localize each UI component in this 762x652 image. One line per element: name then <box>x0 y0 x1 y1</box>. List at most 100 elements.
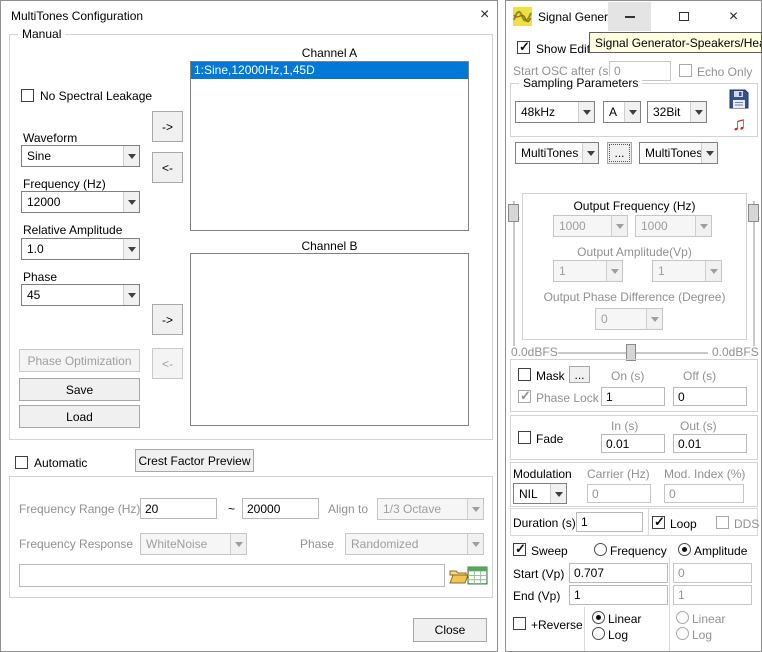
left-level-slider-thumb[interactable] <box>508 204 519 222</box>
close-icon[interactable]: × <box>480 7 489 23</box>
range-tilde-label: ~ <box>228 502 235 516</box>
channel-a-listbox[interactable]: 1:Sine,12000Hz,1,45D <box>190 61 469 231</box>
tooltip: Signal Generator-Speakers/Hea <box>589 32 762 53</box>
save-icon[interactable] <box>728 88 750 113</box>
dbfs-right-label: 0.0dBFS <box>712 345 759 359</box>
mask-on-input[interactable] <box>601 387 665 406</box>
chevron-down-icon <box>611 216 627 236</box>
no-spectral-leakage-label: No Spectral Leakage <box>40 89 152 103</box>
close-window-button[interactable]: × <box>711 2 756 31</box>
phase-optimization-button: Phase Optimization <box>19 349 140 372</box>
phase-select[interactable]: 45 <box>21 284 140 306</box>
open-folder-icon[interactable] <box>449 568 469 587</box>
add-to-channel-a-button[interactable]: -> <box>152 111 183 142</box>
phase-lock-checkbox <box>518 390 531 403</box>
output-amplitude-a-select: 1 <box>553 260 623 282</box>
right-level-slider-track[interactable] <box>753 201 755 346</box>
show-editor-checkbox[interactable] <box>517 41 530 54</box>
mod-index-label: Mod. Index (%) <box>664 467 745 481</box>
channel-b-label: Channel B <box>190 239 469 253</box>
automatic-checkbox[interactable] <box>15 456 28 469</box>
automatic-label: Automatic <box>34 456 87 470</box>
wave-type-b-select[interactable]: MultiTones <box>639 142 718 164</box>
wave-type-select[interactable]: MultiTones <box>515 142 599 164</box>
maximize-button[interactable] <box>664 2 704 31</box>
scale-log-label: Log <box>608 628 628 642</box>
music-notes-icon[interactable]: ♫ <box>732 115 746 134</box>
crest-factor-preview-button[interactable]: Crest Factor Preview <box>135 449 254 472</box>
wave-options-button[interactable]: ... <box>607 142 632 164</box>
sweep-label: Sweep <box>531 544 568 558</box>
duration-input[interactable] <box>576 512 643 532</box>
frequency-select[interactable]: 12000 <box>21 191 140 213</box>
chevron-down-icon <box>467 499 483 519</box>
scale-linear-radio[interactable] <box>592 611 605 624</box>
remove-from-channel-a-button[interactable]: <- <box>152 152 183 183</box>
fade-checkbox[interactable] <box>518 431 531 444</box>
save-button[interactable]: Save <box>19 378 140 401</box>
bit-depth-select[interactable]: 32Bit <box>647 101 707 123</box>
sweep-frequency-radio[interactable] <box>594 543 607 556</box>
relative-amplitude-label: Relative Amplitude <box>23 223 122 237</box>
waveform-value: Sine <box>22 146 123 166</box>
dds-checkbox <box>716 516 729 529</box>
channel-value: A <box>604 102 624 122</box>
channel-a-list-item[interactable]: 1:Sine,12000Hz,1,45D <box>191 62 468 79</box>
close-button[interactable]: Close <box>413 618 487 642</box>
sweep-end-input[interactable] <box>569 585 668 605</box>
fade-in-input[interactable] <box>601 434 665 453</box>
divider <box>669 557 670 651</box>
output-phase-difference-label: Output Phase Difference (Degree) <box>522 290 747 304</box>
channel-b-listbox[interactable] <box>190 253 469 426</box>
signal-generator-window: Signal Gener... × Show Edito Signal Gene… <box>505 0 762 652</box>
chevron-down-icon <box>701 143 717 163</box>
chevron-down-icon <box>695 216 711 236</box>
output-amplitude-label: Output Amplitude(Vp) <box>522 245 747 259</box>
sample-rate-select[interactable]: 48kHz <box>515 101 595 123</box>
chevron-down-icon <box>705 261 721 281</box>
scale-linear-label: Linear <box>608 612 641 626</box>
loop-checkbox[interactable] <box>652 516 665 529</box>
chevron-down-icon <box>123 285 139 305</box>
scale-linear-b-radio <box>676 611 689 624</box>
load-button[interactable]: Load <box>19 405 140 428</box>
mod-index-input <box>664 484 744 503</box>
sweep-amplitude-radio[interactable] <box>678 543 691 556</box>
output-frequency-b-value: 1000 <box>636 216 695 236</box>
relative-amplitude-select[interactable]: 1.0 <box>21 238 140 260</box>
end-vp-label: End (Vp) <box>513 589 560 603</box>
reverse-checkbox[interactable] <box>513 617 526 630</box>
waveform-select[interactable]: Sine <box>21 145 140 167</box>
chevron-down-icon <box>467 534 483 554</box>
output-phase-difference-value: 0 <box>596 309 646 329</box>
add-to-channel-b-button[interactable]: -> <box>152 304 183 335</box>
left-level-slider-track[interactable] <box>513 201 515 346</box>
chevron-down-icon <box>578 102 594 122</box>
spreadsheet-grid-icon[interactable] <box>467 565 488 589</box>
mask-options-button[interactable]: ... <box>569 366 590 383</box>
output-amplitude-a-value: 1 <box>554 261 606 281</box>
mask-checkbox[interactable] <box>518 368 531 381</box>
carrier-input <box>587 484 651 503</box>
minimize-button[interactable] <box>608 2 651 31</box>
right-level-slider-thumb[interactable] <box>748 204 759 222</box>
sweep-start-b-input <box>673 563 752 583</box>
sweep-checkbox[interactable] <box>513 543 526 556</box>
echo-only-label: Echo Only <box>697 65 752 79</box>
no-spectral-leakage-checkbox[interactable] <box>21 89 34 102</box>
modulation-type-select[interactable]: NIL <box>513 483 567 504</box>
chevron-down-icon <box>606 261 622 281</box>
duration-label: Duration (s) <box>513 516 576 530</box>
start-vp-label: Start (Vp) <box>513 567 564 581</box>
sampling-parameters-caption: Sampling Parameters <box>519 76 642 90</box>
channel-select[interactable]: A <box>603 101 641 123</box>
mask-off-input[interactable] <box>673 387 747 406</box>
sweep-start-input[interactable] <box>569 563 668 583</box>
frequency-response-label: Frequency Response <box>19 537 133 551</box>
modulation-type-value: NIL <box>514 484 550 503</box>
fade-out-input[interactable] <box>673 434 747 453</box>
scale-log-radio[interactable] <box>592 627 605 640</box>
output-phase-difference-select: 0 <box>595 308 663 330</box>
scale-log-b-radio <box>676 627 689 640</box>
modulation-label: Modulation <box>513 467 572 481</box>
